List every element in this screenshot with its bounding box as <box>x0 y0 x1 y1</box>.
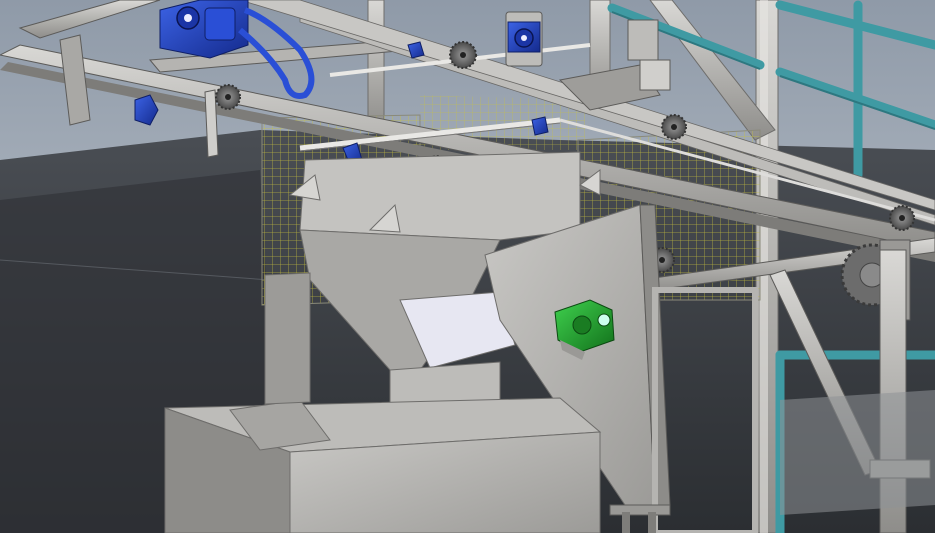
sprocket <box>661 114 687 140</box>
gear-motor <box>159 0 249 59</box>
sprocket <box>889 205 915 231</box>
column-back-left <box>367 0 385 131</box>
sprocket <box>449 41 477 69</box>
sprocket <box>215 84 241 110</box>
lower-platform <box>780 390 935 515</box>
machine-scene <box>0 0 935 533</box>
bearing-blue <box>531 116 549 136</box>
gear-motor-small <box>505 11 543 67</box>
cad-render-viewport <box>0 0 935 533</box>
